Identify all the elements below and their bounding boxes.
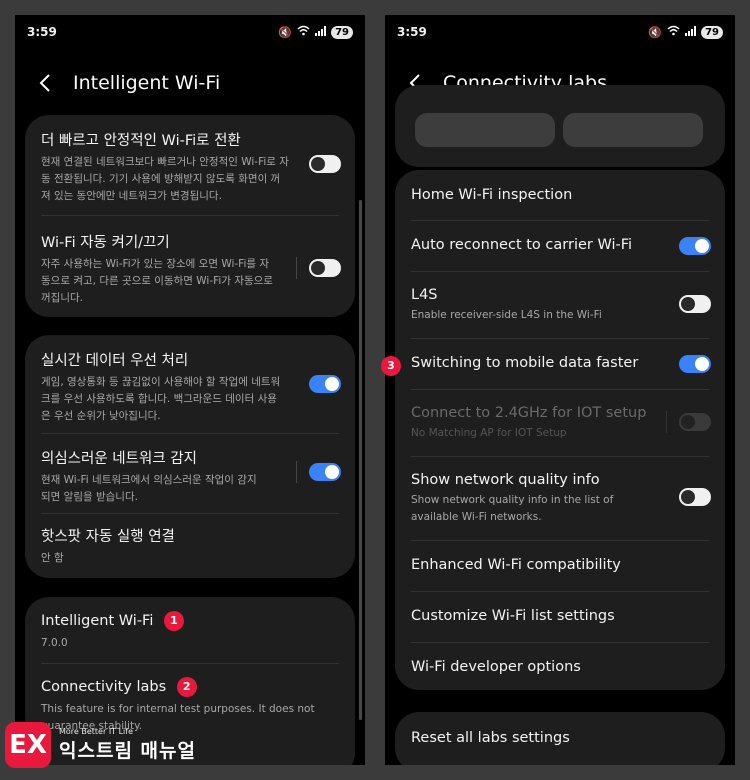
signal-icon <box>315 25 327 39</box>
battery-indicator: 79 <box>701 25 723 39</box>
list-item[interactable]: Customize Wi-Fi list settings <box>395 591 725 642</box>
toggle-switch <box>679 413 711 431</box>
mute-icon: 🔇 <box>648 25 663 39</box>
item-title: Auto reconnect to carrier Wi-Fi <box>411 237 633 253</box>
battery-indicator: 79 <box>331 25 353 39</box>
left-screen: 3:59 🔇 79 Intelligent Wi-Fi 더 빠르고 안정적인 W… <box>15 15 365 765</box>
list-item[interactable]: 의심스러운 네트워크 감지 현재 Wi-Fi 네트워크에서 의심스러운 작업이 … <box>25 433 355 513</box>
item-title: L4S <box>411 287 438 303</box>
status-bar: 3:59 🔇 79 <box>385 15 735 49</box>
divider <box>666 411 667 433</box>
logo-tagline: More Better IT Life <box>59 727 134 736</box>
list-item[interactable]: Enhanced Wi-Fi compatibility <box>395 540 725 591</box>
toggle-switch[interactable] <box>679 488 711 506</box>
toggle-switch[interactable] <box>309 155 341 173</box>
status-bar: 3:59 🔇 79 <box>15 15 365 49</box>
app-bar: Intelligent Wi-Fi <box>15 63 365 103</box>
item-description: No Matching AP for IOT Setup <box>411 427 567 439</box>
logo-name: 익스트림 매뉴얼 <box>59 740 196 762</box>
item-title: 더 빠르고 안정적인 Wi-Fi로 전환 <box>41 133 241 149</box>
step-badge: 1 <box>163 611 184 631</box>
item-title: 의심스러운 네트워크 감지 <box>41 451 197 467</box>
toggle-switch[interactable] <box>309 375 341 393</box>
status-time: 3:59 <box>397 25 427 39</box>
item-title: Wi-Fi developer options <box>411 659 581 675</box>
step-badge: 3 <box>381 356 401 376</box>
status-icons: 🔇 79 <box>278 25 353 39</box>
list-item[interactable]: Switching to mobile data faster <box>395 338 725 389</box>
page-title: Intelligent Wi-Fi <box>73 72 221 94</box>
item-value: 안 함 <box>41 552 64 564</box>
toggle-switch[interactable] <box>679 295 711 313</box>
status-icons: 🔇 79 <box>648 25 723 39</box>
settings-card: Home Wi-Fi inspection Auto reconnect to … <box>395 170 725 690</box>
wifi-icon <box>297 25 310 39</box>
step-badge: 2 <box>176 677 197 697</box>
item-title: Switching to mobile data faster <box>411 355 639 371</box>
item-title: Connectivity labs 2 <box>41 677 339 697</box>
item-title: 핫스팟 자동 실행 연결 <box>41 529 175 545</box>
item-title: Connect to 2.4GHz for IOT setup <box>411 405 647 421</box>
item-description: Show network quality info in the list of… <box>411 494 614 523</box>
logo-text: More Better IT Life 익스트림 매뉴얼 <box>59 727 196 763</box>
list-item[interactable]: Intelligent Wi-Fi 1 7.0.0 <box>25 597 355 663</box>
item-title: Wi-Fi 자동 켜기/끄기 <box>41 235 170 251</box>
labs-action-button[interactable] <box>415 113 555 147</box>
toggle-switch[interactable] <box>309 259 341 277</box>
item-description: 게임, 영상통화 등 끊김없이 사용해야 할 작업에 네트워크를 우선 사용하도… <box>41 376 281 422</box>
right-screen: 3:59 🔇 79 Connectivity labs Home Wi-Fi i… <box>385 15 735 765</box>
wifi-icon <box>667 25 680 39</box>
item-title-text: Connectivity labs <box>41 679 167 695</box>
list-item[interactable]: 더 빠르고 안정적인 Wi-Fi로 전환 현재 연결된 네트워크보다 빠르거나 … <box>25 115 355 215</box>
list-item[interactable]: L4S Enable receiver-side L4S in the Wi-F… <box>395 271 725 338</box>
labs-action-button[interactable] <box>563 113 703 147</box>
item-title: Intelligent Wi-Fi 1 <box>41 611 339 631</box>
divider <box>296 257 297 279</box>
back-arrow-icon[interactable] <box>39 74 61 92</box>
list-item[interactable]: Wi-Fi 자동 켜기/끄기 자주 사용하는 Wi-Fi가 있는 장소에 오면 … <box>25 215 355 317</box>
list-item[interactable]: 실시간 데이터 우선 처리 게임, 영상통화 등 끊김없이 사용해야 할 작업에… <box>25 335 355 433</box>
item-description: 자주 사용하는 Wi-Fi가 있는 장소에 오면 Wi-Fi를 자동으로 켜고,… <box>41 258 273 304</box>
item-value: 7.0.0 <box>41 637 68 649</box>
toggle-switch[interactable] <box>679 237 711 255</box>
item-title: Enhanced Wi-Fi compatibility <box>411 557 621 573</box>
reset-card: Reset all labs settings <box>395 712 725 765</box>
item-title-text: Intelligent Wi-Fi <box>41 613 154 629</box>
settings-card: 실시간 데이터 우선 처리 게임, 영상통화 등 끊김없이 사용해야 할 작업에… <box>25 335 355 578</box>
item-title: 실시간 데이터 우선 처리 <box>41 353 189 369</box>
watermark-logo: EX More Better IT Life 익스트림 매뉴얼 <box>5 722 196 768</box>
divider <box>296 461 297 483</box>
toggle-switch[interactable] <box>679 355 711 373</box>
list-item[interactable]: 핫스팟 자동 실행 연결 안 함 <box>25 513 355 578</box>
toggle-switch[interactable] <box>309 463 341 481</box>
item-title: Customize Wi-Fi list settings <box>411 608 615 624</box>
list-item[interactable]: Wi-Fi developer options <box>395 642 725 690</box>
item-title: Home Wi-Fi inspection <box>411 187 573 203</box>
logo-mark: EX <box>5 722 51 768</box>
item-title: Show network quality info <box>411 472 600 488</box>
item-title: Reset all labs settings <box>411 730 570 746</box>
list-item[interactable]: Home Wi-Fi inspection <box>395 170 725 220</box>
reset-labs-button[interactable]: Reset all labs settings <box>395 712 725 765</box>
top-card <box>395 85 725 167</box>
mute-icon: 🔇 <box>278 25 293 39</box>
item-description: Enable receiver-side L4S in the Wi-Fi <box>411 309 602 321</box>
list-item: Connect to 2.4GHz for IOT setup No Match… <box>395 389 725 456</box>
signal-icon <box>685 25 697 39</box>
status-time: 3:59 <box>27 25 57 39</box>
item-description: 현재 Wi-Fi 네트워크에서 의심스러운 작업이 감지되면 알림을 받습니다. <box>41 474 257 503</box>
item-description: 현재 연결된 네트워크보다 빠르거나 안정적인 Wi-Fi로 자동 전환됩니다.… <box>41 156 289 202</box>
settings-card: 더 빠르고 안정적인 Wi-Fi로 전환 현재 연결된 네트워크보다 빠르거나 … <box>25 115 355 317</box>
list-item[interactable]: Show network quality info Show network q… <box>395 456 725 540</box>
scrollbar[interactable] <box>359 200 362 720</box>
list-item[interactable]: Auto reconnect to carrier Wi-Fi <box>395 220 725 271</box>
